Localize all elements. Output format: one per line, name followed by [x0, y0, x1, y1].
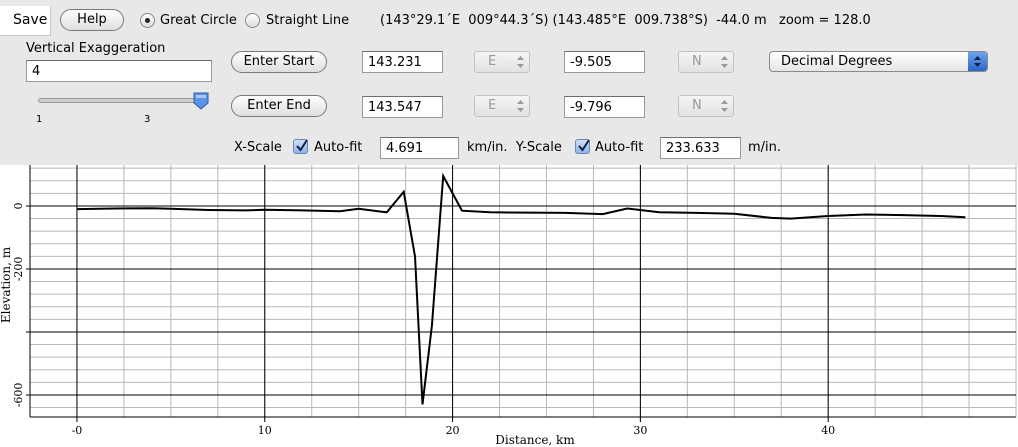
elevation-profile-chart[interactable]: -0 10 20 30 40 0 -200 -600 Distance, km Elevati… — [0, 165, 1018, 447]
y-scale-unit-label: m/in. — [748, 140, 782, 155]
help-button[interactable]: Help — [60, 9, 124, 31]
stepper-arrows-icon — [721, 56, 728, 68]
x-scale-label: X-Scale — [234, 140, 282, 155]
exaggeration-slider-track[interactable] — [38, 98, 204, 103]
coordinate-format-select[interactable]: Decimal Degrees — [769, 51, 988, 72]
y-tick-label: 0 — [12, 202, 25, 209]
straight-line-label: Straight Line — [266, 13, 350, 28]
straight-line-radio[interactable] — [245, 13, 260, 28]
start-lat-hemisphere-value: N — [692, 54, 702, 69]
stepper-arrows-icon — [517, 100, 524, 112]
slider-mid-label: 3 — [144, 114, 151, 125]
x-tick-label: 30 — [633, 424, 647, 437]
start-latitude-input[interactable]: -9.505 — [564, 51, 645, 73]
stepper-arrows-icon — [721, 100, 728, 112]
x-autofit-checkbox[interactable] — [293, 139, 308, 154]
x-autofit-label: Auto-fit — [314, 140, 363, 155]
end-lon-hemisphere-value: E — [488, 98, 497, 113]
y-axis-label: Elevation, m — [0, 246, 13, 323]
slider-min-label: 1 — [36, 114, 43, 125]
y-tick-label: -600 — [12, 383, 25, 408]
checkmark-icon — [296, 139, 308, 152]
y-tick-label: -200 — [12, 257, 25, 282]
coordinate-format-value: Decimal Degrees — [781, 54, 893, 69]
x-scale-unit-label: km/in. Y-Scale — [467, 140, 562, 155]
x-tick-label: -0 — [72, 424, 83, 437]
control-panel: Save Help Great Circle Straight Line (14… — [0, 0, 1018, 165]
enter-end-button[interactable]: Enter End — [231, 95, 327, 117]
enter-start-button[interactable]: Enter Start — [231, 51, 327, 73]
cursor-status-readout: (143°29.1´E 009°44.3´S) (143.485°E 009.7… — [380, 13, 871, 28]
end-longitude-input[interactable]: 143.547 — [362, 96, 443, 118]
stepper-arrows-icon — [517, 56, 524, 68]
great-circle-label: Great Circle — [160, 13, 237, 28]
x-scale-input[interactable]: 4.691 — [380, 137, 459, 159]
select-arrows-icon — [968, 52, 987, 71]
start-longitude-input[interactable]: 143.231 — [362, 51, 443, 73]
x-tick-label: 20 — [446, 424, 460, 437]
start-lon-hemisphere-stepper[interactable]: E — [474, 51, 530, 73]
exaggeration-input[interactable]: 4 — [26, 60, 212, 82]
y-scale-input[interactable]: 233.633 — [660, 137, 741, 159]
y-autofit-label: Auto-fit — [595, 140, 644, 155]
save-button[interactable]: Save — [0, 6, 51, 36]
exaggeration-slider-thumb[interactable] — [192, 92, 210, 110]
checkmark-icon — [578, 139, 590, 152]
x-tick-label: 40 — [821, 424, 835, 437]
end-lat-hemisphere-value: N — [692, 98, 702, 113]
start-lon-hemisphere-value: E — [488, 54, 497, 69]
great-circle-radio[interactable] — [140, 13, 155, 28]
x-tick-label: 10 — [258, 424, 272, 437]
exaggeration-label: Vertical Exaggeration — [26, 41, 166, 56]
end-lat-hemisphere-stepper[interactable]: N — [678, 95, 734, 117]
y-autofit-checkbox[interactable] — [575, 139, 590, 154]
start-lat-hemisphere-stepper[interactable]: N — [678, 51, 734, 73]
end-lon-hemisphere-stepper[interactable]: E — [474, 95, 530, 117]
x-axis-label: Distance, km — [495, 433, 575, 447]
end-latitude-input[interactable]: -9.796 — [564, 96, 645, 118]
